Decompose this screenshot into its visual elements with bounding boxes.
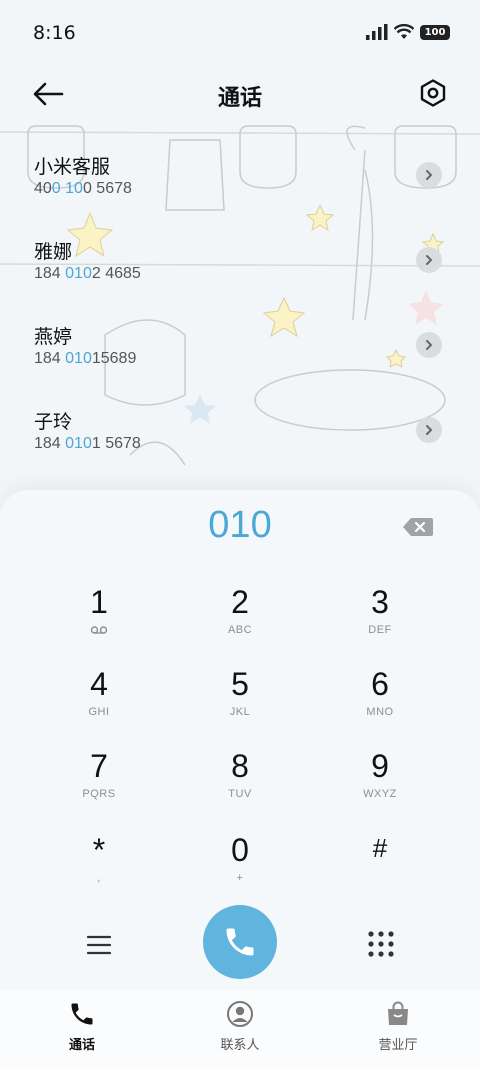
key-digit: 0	[231, 832, 249, 868]
key-letters: PQRS	[82, 788, 116, 800]
key-letters: MNO	[366, 706, 394, 718]
call-button[interactable]	[203, 905, 277, 979]
key-letters: +	[236, 872, 244, 884]
key-digit: 8	[231, 748, 249, 784]
chevron-right-icon[interactable]	[416, 247, 442, 273]
key-digit: 9	[371, 748, 389, 784]
contact-row[interactable]: 燕婷 184 01015689	[0, 308, 480, 393]
title-bar: 通话	[0, 70, 480, 120]
key-star[interactable]: * ,	[29, 832, 169, 912]
key-digit: 4	[90, 666, 108, 702]
key-letters: TUV	[228, 788, 252, 800]
key-digit: 1	[90, 584, 108, 620]
chevron-right-icon[interactable]	[416, 162, 442, 188]
contact-name: 燕婷	[34, 326, 73, 348]
wifi-icon	[394, 24, 414, 39]
nav-label: 联系人	[220, 1038, 260, 1053]
nav-label: 通话	[68, 1038, 95, 1053]
phone-icon	[71, 1003, 93, 1025]
chevron-right-icon[interactable]	[416, 332, 442, 358]
key-7[interactable]: 7 PQRS	[29, 748, 169, 828]
key-letters: ABC	[227, 624, 253, 636]
nav-tab-contacts[interactable]: 联系人	[180, 1000, 300, 1053]
key-hash[interactable]: #	[310, 830, 450, 910]
contact-row[interactable]: 雅娜 184 0102 4685	[0, 223, 480, 308]
contact-number: 184 01015689	[34, 350, 137, 367]
contact-name: 雅娜	[34, 241, 73, 263]
contact-name: 子玲	[34, 411, 73, 433]
contact-number: 184 0102 4685	[34, 265, 141, 282]
key-2[interactable]: 2 ABC	[170, 584, 310, 664]
key-9[interactable]: 9 WXYZ	[310, 748, 450, 828]
dialpad: 010 1 2 ABC 3 DEF 4 GHI 5 JKL 6 MNO 7 PQ…	[0, 490, 480, 990]
key-digit: 2	[231, 584, 249, 620]
nav-tab-service-hall[interactable]: 营业厅	[338, 1000, 458, 1053]
key-digit: 3	[371, 584, 389, 620]
key-letters: ,	[97, 872, 101, 884]
bottom-navigation: 通话 联系人 营业厅	[0, 990, 480, 1067]
phone-icon	[226, 928, 254, 956]
keypad-grid-icon[interactable]	[367, 930, 395, 958]
key-digit: #	[372, 833, 388, 863]
bag-icon	[388, 1001, 408, 1025]
contact-name: 小米客服	[34, 156, 111, 178]
key-digit: 5	[231, 666, 249, 702]
contact-suggestion-list: 小米客服 400 100 5678 雅娜 184 0102 4685 燕婷 18…	[0, 138, 480, 478]
signal-icon	[366, 24, 388, 40]
chevron-right-icon[interactable]	[416, 417, 442, 443]
contact-number: 400 100 5678	[34, 180, 132, 197]
key-8[interactable]: 8 TUV	[170, 748, 310, 828]
key-digit: *	[92, 832, 106, 868]
settings-gear-icon[interactable]	[418, 78, 448, 108]
page-title: 通话	[217, 86, 262, 111]
voicemail-icon	[90, 626, 108, 634]
key-3[interactable]: 3 DEF	[310, 584, 450, 664]
key-6[interactable]: 6 MNO	[310, 666, 450, 746]
status-icons: 100	[366, 24, 450, 40]
key-letters: GHI	[88, 706, 110, 718]
nav-label: 营业厅	[378, 1038, 418, 1053]
key-letters: JKL	[229, 706, 251, 718]
key-digit: 6	[371, 666, 389, 702]
status-time: 8:16	[33, 22, 76, 44]
key-5[interactable]: 5 JKL	[170, 666, 310, 746]
backspace-icon[interactable]	[403, 518, 433, 536]
person-icon	[227, 1001, 253, 1027]
key-4[interactable]: 4 GHI	[29, 666, 169, 746]
menu-icon[interactable]	[84, 930, 114, 960]
key-digit: 7	[90, 748, 108, 784]
nav-tab-calls[interactable]: 通话	[22, 1000, 142, 1053]
battery-icon: 100	[420, 24, 450, 40]
contact-row[interactable]: 子玲 184 0101 5678	[0, 393, 480, 478]
key-1[interactable]: 1	[29, 584, 169, 664]
dialpad-actions	[0, 905, 480, 985]
status-bar: 8:16 100	[0, 0, 480, 68]
key-letters: WXYZ	[363, 788, 397, 800]
key-letters: DEF	[368, 624, 392, 636]
contact-row[interactable]: 小米客服 400 100 5678	[0, 138, 480, 223]
contact-number: 184 0101 5678	[34, 435, 141, 452]
key-0[interactable]: 0 +	[170, 832, 310, 912]
